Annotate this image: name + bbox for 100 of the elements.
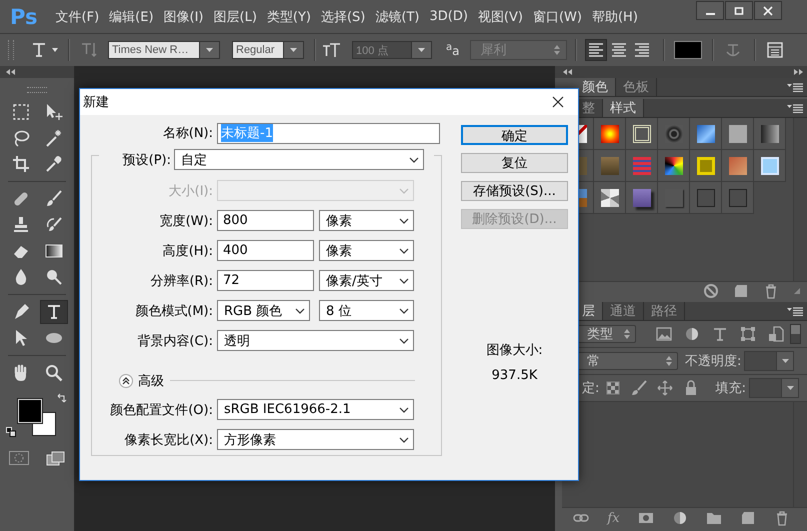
color-swatch[interactable] [17, 398, 56, 436]
height-label: 高度(H): [162, 242, 214, 260]
opacity-field[interactable] [744, 351, 794, 371]
color-profile-dropdown[interactable]: sRGB IEC61966-2.1 [217, 399, 414, 420]
swatches-tab[interactable]: 色板 [616, 78, 657, 96]
menu-item[interactable]: 选择(S) [316, 8, 370, 26]
fx-button[interactable]: fx [607, 510, 620, 526]
styles-tab[interactable]: 样式 [603, 99, 644, 117]
smart-object-icon[interactable] [768, 326, 784, 342]
fill-field[interactable] [749, 378, 799, 398]
image-icon[interactable] [656, 326, 672, 342]
reset-button[interactable]: 复位 [461, 153, 568, 173]
paths-tab[interactable]: 路径 [644, 302, 685, 320]
style-swatch[interactable] [754, 118, 786, 150]
half-circle-icon[interactable] [684, 326, 700, 342]
menu-item[interactable]: 编辑(E) [105, 8, 158, 26]
type-icon[interactable] [40, 300, 68, 324]
move-arrows-icon[interactable] [657, 380, 674, 396]
style-swatch[interactable] [626, 182, 658, 214]
collapse-icon[interactable] [6, 69, 15, 75]
preset-label: 预设(P): [122, 152, 172, 168]
expand-icon[interactable] [794, 69, 803, 75]
new-icon[interactable] [740, 510, 756, 526]
preset-dropdown[interactable]: 自定 [174, 149, 424, 170]
style-swatch[interactable] [722, 118, 754, 150]
font-size-icon[interactable] [322, 41, 342, 59]
scrollbar[interactable] [793, 118, 807, 281]
bit-depth-dropdown[interactable]: 8 位 [319, 300, 414, 321]
menu-item[interactable]: 文件(F) [52, 8, 104, 26]
width-unit-dropdown[interactable]: 像素 [319, 210, 414, 231]
pixel-aspect-dropdown[interactable]: 方形像素 [217, 429, 414, 450]
close-button[interactable] [754, 1, 782, 20]
font-family-field[interactable]: Times New R… [108, 41, 200, 59]
height-field[interactable]: 400 [217, 240, 314, 261]
menu-item[interactable]: 滤镜(T) [371, 8, 424, 26]
chevron-icon [399, 406, 409, 412]
style-swatch[interactable] [722, 182, 754, 214]
swap-icon[interactable] [57, 393, 67, 403]
font-style-field[interactable]: Regular [232, 41, 284, 59]
text-color-swatch[interactable] [674, 41, 702, 59]
close-icon [763, 6, 773, 16]
style-swatch[interactable] [594, 182, 626, 214]
color-mode-label: 颜色模式(M): [134, 302, 214, 320]
no-icon[interactable] [703, 283, 719, 299]
font-size-dropdown[interactable] [412, 41, 432, 59]
resolution-unit-dropdown[interactable]: 像素/英寸 [319, 270, 414, 291]
restore-button[interactable] [725, 1, 753, 20]
style-swatch[interactable] [658, 118, 690, 150]
ok-button[interactable]: 确定 [461, 125, 568, 145]
menu-item[interactable]: 类型(Y) [262, 8, 315, 26]
style-swatch[interactable] [626, 118, 658, 150]
style-swatch[interactable] [658, 182, 690, 214]
style-swatch[interactable] [658, 150, 690, 182]
adjustment-icon[interactable] [672, 510, 688, 526]
menu-item[interactable]: 3D(D) [425, 9, 472, 24]
align-left-button[interactable] [584, 39, 606, 61]
menu-item[interactable]: 帮助(H) [588, 8, 642, 26]
minimize-button[interactable] [696, 1, 724, 20]
style-swatch[interactable] [690, 118, 722, 150]
style-swatch[interactable] [594, 150, 626, 182]
font-style-dropdown[interactable] [284, 41, 304, 59]
menu-item[interactable]: 窗口(W) [528, 8, 586, 26]
style-swatch[interactable] [690, 182, 722, 214]
checker-icon[interactable] [605, 380, 622, 396]
style-swatch[interactable] [594, 118, 626, 150]
panel-menu-icon[interactable] [787, 104, 803, 112]
font-size-field: 100 点 [352, 41, 412, 59]
style-swatch[interactable] [690, 150, 722, 182]
color-mode-dropdown[interactable]: RGB 颜色 [217, 300, 310, 321]
quick-mask-icon[interactable] [8, 451, 28, 465]
mask-icon[interactable] [638, 510, 654, 526]
trash-icon[interactable] [763, 283, 779, 299]
resize-grip-icon[interactable] [793, 287, 801, 295]
resolution-field[interactable]: 72 [217, 270, 314, 291]
menu-item[interactable]: 视图(V) [474, 8, 527, 26]
menu-item[interactable]: 图层(L) [210, 8, 261, 26]
style-swatch[interactable] [722, 150, 754, 182]
save-preset-button[interactable]: 存储预设(S)... [461, 181, 568, 201]
background-dropdown[interactable]: 透明 [217, 330, 414, 351]
channels-tab[interactable]: 通道 [603, 302, 644, 320]
height-unit-dropdown[interactable]: 像素 [319, 240, 414, 261]
transform-icon[interactable] [740, 326, 756, 342]
font-family-dropdown[interactable] [200, 41, 220, 59]
new-icon[interactable] [733, 283, 749, 299]
style-swatch[interactable] [754, 150, 786, 182]
screen-mode-icon[interactable] [46, 451, 66, 467]
menu-item[interactable]: 图像(I) [160, 8, 208, 26]
brush-icon[interactable] [631, 380, 648, 396]
collapse-icon[interactable] [119, 374, 133, 388]
panel-menu-icon[interactable] [787, 82, 803, 92]
collapse-icon[interactable] [563, 69, 572, 75]
default-colors-icon[interactable] [6, 427, 16, 437]
app-logo: Ps [10, 4, 38, 28]
panels-icon[interactable] [766, 41, 784, 59]
style-swatch[interactable] [626, 150, 658, 182]
panel-menu-icon[interactable] [787, 306, 803, 316]
folder-icon[interactable] [706, 510, 722, 526]
antialias-icon: $^{a}$a [446, 42, 460, 58]
filter-toggle[interactable] [790, 324, 801, 344]
width-field[interactable]: 800 [217, 210, 314, 231]
